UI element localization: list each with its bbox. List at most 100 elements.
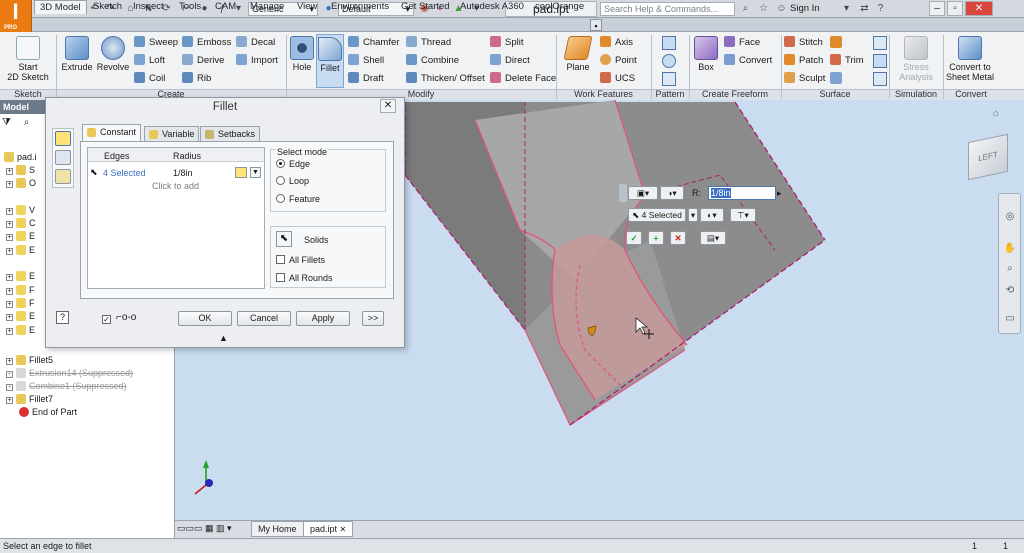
import-button[interactable]: Import [236, 54, 278, 68]
dialog-title[interactable]: Fillet [45, 97, 405, 117]
sign-in-link[interactable]: Sign In [790, 3, 820, 14]
plane-button[interactable]: Plane [562, 36, 594, 72]
expand-icon[interactable]: + [6, 221, 13, 228]
apply-check-icon[interactable]: ✓ [626, 231, 642, 245]
close-button[interactable]: ✕ [965, 1, 993, 16]
more-options-button[interactable]: >> [362, 311, 384, 326]
minimize-button[interactable]: – [929, 1, 945, 16]
loft-button[interactable]: Loft [134, 54, 165, 68]
sweep-button[interactable]: Sweep [134, 36, 178, 50]
expand-icon[interactable]: + [6, 384, 13, 391]
fit-mesh-icon[interactable] [873, 72, 887, 86]
face-fillet-icon[interactable] [55, 150, 71, 165]
browser-item[interactable]: + E [6, 270, 35, 283]
browser-item[interactable]: + O [6, 177, 36, 190]
edges-selected-button[interactable]: ⬉ 4 Selected [628, 208, 686, 222]
look-at-icon[interactable]: ▭ [1003, 312, 1017, 326]
expand-icon[interactable]: + [6, 234, 13, 241]
replace-face-icon[interactable] [830, 72, 842, 84]
trim-button[interactable]: Trim [830, 54, 864, 68]
fillet-button[interactable]: Fillet [316, 34, 344, 88]
edge-fillet-icon[interactable] [55, 131, 71, 146]
add-plus-icon[interactable]: + [648, 231, 664, 245]
hole-button[interactable]: Hole [289, 36, 315, 72]
preview-checkbox[interactable]: ✓ [102, 313, 115, 324]
expand-icon[interactable]: + [6, 397, 13, 404]
axis-button[interactable]: Axis [600, 36, 633, 50]
draft-button[interactable]: Draft [348, 72, 384, 86]
viewcube-home-icon[interactable]: ⌂ [990, 108, 1002, 120]
cancel-x-icon[interactable]: ✕ [670, 231, 686, 245]
coil-button[interactable]: Coil [134, 72, 165, 86]
app-logo[interactable]: I PRO [0, 0, 32, 32]
expand-icon[interactable]: + [6, 248, 13, 255]
expand-icon[interactable]: + [6, 208, 13, 215]
exchange-icon[interactable]: ⇄ [858, 2, 871, 15]
options-button[interactable]: ⊤▾ [730, 208, 756, 222]
expand-icon[interactable]: + [6, 274, 13, 281]
mode-edge-radio[interactable]: Edge [276, 159, 310, 169]
sculpt-button[interactable]: Sculpt [784, 72, 825, 86]
solids-select-button[interactable]: ⬉ [276, 231, 292, 247]
mode-loop-radio[interactable]: Loop [276, 176, 309, 186]
collapse-arrow-icon[interactable]: ▲ [219, 333, 228, 343]
row-select-arrow-icon[interactable]: ⬉ [90, 167, 98, 178]
apply-button[interactable]: Apply [296, 311, 350, 326]
fillet-profile-icon[interactable] [235, 167, 247, 178]
split-button[interactable]: Split [490, 36, 523, 50]
tab-constant[interactable]: Constant [82, 124, 142, 141]
radius-cell[interactable]: 1/8in [173, 168, 193, 178]
browser-item[interactable]: + C [6, 217, 36, 230]
all-fillets-checkbox[interactable]: All Fillets [276, 255, 325, 265]
preview-glasses-icon[interactable]: ⌐o-o [116, 312, 136, 323]
search-browser-icon[interactable]: ⌕ [24, 117, 30, 128]
browser-item-combine1[interactable]: + Combine1 (Suppressed) [6, 380, 133, 393]
thicken-offset-button[interactable]: Thicken/ Offset [406, 72, 485, 86]
chamfer-button[interactable]: Chamfer [348, 36, 399, 50]
cancel-button[interactable]: Cancel [237, 311, 291, 326]
ribbon-toggle-icon[interactable]: ▪ [590, 19, 602, 31]
tab-tools[interactable]: Tools [174, 0, 206, 14]
browser-header[interactable]: Model [0, 100, 45, 114]
edges-dropdown-icon[interactable]: ▾ [688, 208, 698, 222]
shell-button[interactable]: Shell [348, 54, 384, 68]
search-input[interactable]: Search Help & Commands... [600, 2, 735, 16]
tab-3d-model[interactable]: 3D Model [34, 0, 87, 14]
full-round-fillet-icon[interactable] [55, 169, 71, 184]
browser-item-fillet5[interactable]: + Fillet5 [6, 354, 133, 367]
browser-item-end-of-part[interactable]: End of Part [6, 406, 133, 419]
derive-button[interactable]: Derive [182, 54, 224, 68]
fillet-mode-button[interactable]: ◑▾ [660, 186, 684, 200]
tab-close-icon[interactable]: ✕ [340, 525, 347, 534]
expand-icon[interactable]: + [6, 168, 13, 175]
filter-icon[interactable]: ⧩ [2, 117, 11, 128]
browser-item[interactable]: + E [6, 310, 35, 323]
user-icon[interactable]: ☺ [775, 2, 788, 15]
dialog-close-button[interactable]: ✕ [380, 99, 396, 113]
convert-to-sheet-metal-button[interactable]: Convert to Sheet Metal [944, 36, 996, 82]
tab-inspect[interactable]: Inspect [128, 0, 169, 14]
direct-button[interactable]: Direct [490, 54, 530, 68]
convert-button[interactable]: Convert [724, 54, 772, 68]
browser-item[interactable]: + F [6, 284, 35, 297]
tab-setbacks[interactable]: Setbacks [200, 126, 261, 141]
face-button[interactable]: Face [724, 36, 760, 50]
point-button[interactable]: Point [600, 54, 637, 68]
radius-arrow-icon[interactable]: ▸ [777, 186, 787, 200]
binoculars-icon[interactable]: ⌕ [739, 2, 752, 15]
patch-button[interactable]: Patch [784, 54, 823, 68]
tab-sketch[interactable]: Sketch [88, 0, 127, 14]
profile-dropdown-icon[interactable]: ▼ [250, 167, 261, 178]
ruled-surface-icon[interactable] [873, 36, 887, 50]
pan-hand-icon[interactable]: ✋ [1003, 242, 1017, 256]
expand-icon[interactable]: + [6, 328, 13, 335]
tab-environments[interactable]: Environments [326, 0, 394, 14]
ucs-button[interactable]: UCS [600, 72, 635, 86]
expand-icon[interactable]: + [6, 288, 13, 295]
radius-input[interactable]: 1/8in [708, 186, 776, 200]
zoom-icon[interactable]: ⌕ [1003, 262, 1017, 276]
tab-my-home[interactable]: My Home [251, 521, 304, 537]
orbit-icon[interactable]: ⟲ [1003, 284, 1017, 298]
revolve-button[interactable]: Revolve [95, 36, 131, 72]
tab-variable[interactable]: Variable [144, 126, 200, 141]
